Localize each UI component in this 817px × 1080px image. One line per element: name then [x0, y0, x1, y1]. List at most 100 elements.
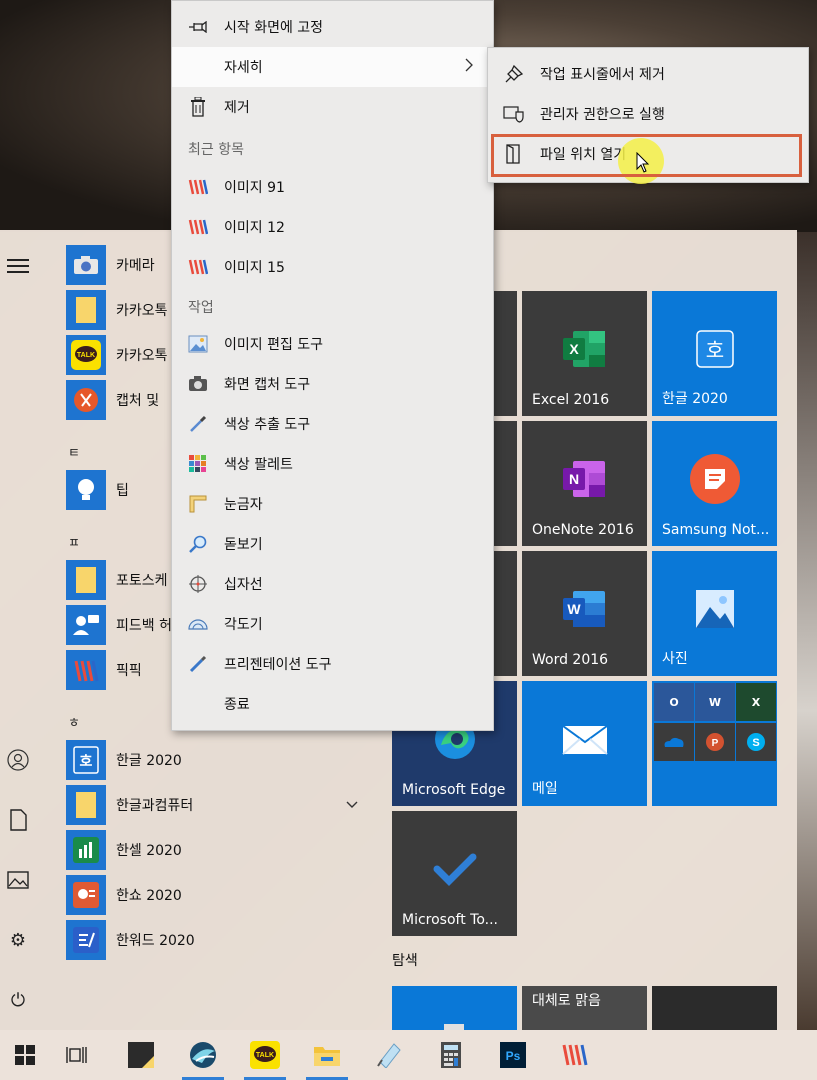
color-palette-icon — [172, 455, 224, 473]
menu-item-task[interactable]: 이미지 편집 도구 — [172, 324, 493, 364]
svg-text:W: W — [567, 601, 581, 617]
chevron-down-icon[interactable] — [346, 797, 358, 813]
outlook-icon: O — [654, 683, 694, 721]
document-icon[interactable] — [6, 808, 30, 832]
menu-item-unpin-taskbar[interactable]: 작업 표시줄에서 제거 — [488, 54, 808, 94]
menu-item-recent[interactable]: 이미지 91 — [172, 167, 493, 207]
list-item-label: 팁 — [116, 483, 129, 499]
tile-label: 한글 2020 — [662, 391, 728, 407]
list-item[interactable]: 한쇼 2020 — [66, 875, 182, 915]
list-item-label: 한글과컴퓨터 — [116, 798, 194, 814]
tile-weather[interactable]: 대체로 맑음 — [522, 986, 647, 1030]
tile-news[interactable] — [652, 986, 777, 1030]
list-item[interactable]: 포토스케 — [66, 560, 168, 600]
tile-samsung-notes[interactable]: Samsung Not... — [652, 421, 777, 546]
svg-text:P: P — [712, 738, 719, 749]
section-letter[interactable]: ㅎ — [68, 712, 80, 731]
picpick-icon — [172, 178, 224, 196]
menu-item-more[interactable]: 자세히 — [172, 47, 493, 87]
tile-label: 사진 — [662, 651, 688, 667]
menu-item-uninstall[interactable]: 제거 — [172, 87, 493, 127]
folder-icon — [66, 560, 106, 600]
list-item[interactable]: 픽픽 — [66, 650, 142, 690]
tasks-header: 작업 — [188, 300, 214, 316]
taskbar: TALK Ps — [0, 1030, 817, 1080]
menu-item-pin[interactable]: 시작 화면에 고정 — [172, 7, 493, 47]
list-item[interactable]: 한워드 2020 — [66, 920, 195, 960]
word-icon: W — [562, 590, 605, 627]
tile-group-title: 탐색 — [392, 953, 418, 969]
list-item[interactable]: 한글과컴퓨터 — [66, 785, 366, 825]
file-explorer-icon[interactable] — [302, 1030, 352, 1080]
hanshow-icon — [66, 875, 106, 915]
mouse-cursor-icon — [636, 151, 650, 178]
menu-item-task[interactable]: 돋보기 — [172, 524, 493, 564]
menu-item-run-admin[interactable]: 관리자 권한으로 실행 — [488, 94, 808, 134]
windows-start-icon[interactable] — [0, 1030, 50, 1080]
tile-store[interactable] — [392, 986, 517, 1030]
snipping-tool-icon — [66, 380, 106, 420]
list-item[interactable]: 카메라 — [66, 245, 155, 285]
notepad-icon[interactable] — [364, 1030, 414, 1080]
list-item[interactable]: 호 한글 2020 — [66, 740, 182, 780]
photoshop-icon[interactable]: Ps — [488, 1030, 538, 1080]
app-bird-icon[interactable] — [178, 1030, 228, 1080]
list-item[interactable]: 한셀 2020 — [66, 830, 182, 870]
onedrive-icon — [654, 723, 694, 761]
section-letter[interactable]: ㅍ — [68, 532, 80, 551]
pin-icon — [172, 21, 224, 33]
tile-mail[interactable]: 메일 — [522, 681, 647, 806]
menu-item-recent[interactable]: 이미지 12 — [172, 207, 493, 247]
tile-excel[interactable]: X Excel 2016 — [522, 291, 647, 416]
tile-label: Microsoft Edge — [402, 782, 506, 798]
tile-office-folder[interactable]: O W X P S — [652, 681, 777, 806]
excel-icon: X — [562, 330, 605, 367]
list-item[interactable]: 팁 — [66, 470, 129, 510]
tile-word[interactable]: W Word 2016 — [522, 551, 647, 676]
tile-label: OneNote 2016 — [532, 522, 634, 538]
task-view-icon[interactable] — [52, 1030, 102, 1080]
menu-item-task[interactable]: 눈금자 — [172, 484, 493, 524]
section-letter[interactable]: ㅌ — [68, 442, 80, 461]
list-item[interactable]: TALK 카카오톡 — [66, 335, 168, 375]
menu-item-recent[interactable]: 이미지 15 — [172, 247, 493, 287]
hanword-icon — [66, 920, 106, 960]
settings-gear-icon[interactable]: ⚙ — [6, 928, 30, 952]
kakaotalk-icon[interactable]: TALK — [240, 1030, 290, 1080]
sticky-notes-icon[interactable] — [116, 1030, 166, 1080]
picpick-icon[interactable] — [550, 1030, 600, 1080]
list-item-label: 카카오톡 — [116, 303, 168, 319]
menu-item-task[interactable]: 색상 팔레트 — [172, 444, 493, 484]
user-icon[interactable] — [6, 748, 30, 772]
pictures-icon[interactable] — [6, 868, 30, 892]
tile-todo[interactable]: Microsoft To... — [392, 811, 517, 936]
menu-item-task[interactable]: 십자선 — [172, 564, 493, 604]
list-item[interactable]: 캡처 및 — [66, 380, 159, 420]
svg-text:호: 호 — [705, 338, 723, 362]
hamburger-icon[interactable] — [6, 254, 30, 278]
list-item[interactable]: 카카오톡 — [66, 290, 168, 330]
power-icon[interactable]: ⏻ — [6, 988, 30, 1012]
list-item[interactable]: 피드백 허 — [66, 605, 172, 645]
tips-lightbulb-icon — [66, 470, 106, 510]
folder-icon — [66, 290, 106, 330]
tile-photos[interactable]: 사진 — [652, 551, 777, 676]
menu-item-task[interactable]: 화면 캡처 도구 — [172, 364, 493, 404]
tile-hangul[interactable]: 호 한글 2020 — [652, 291, 777, 416]
menu-item-exit[interactable]: 종료 — [172, 684, 493, 724]
tile-onenote[interactable]: N OneNote 2016 — [522, 421, 647, 546]
svg-text:S: S — [752, 737, 759, 749]
list-item-label: 카카오톡 — [116, 348, 168, 364]
shield-icon — [488, 105, 540, 123]
menu-item-task[interactable]: 색상 추출 도구 — [172, 404, 493, 444]
menu-item-task[interactable]: 각도기 — [172, 604, 493, 644]
menu-item-task[interactable]: 프리젠테이션 도구 — [172, 644, 493, 684]
list-item-label: 피드백 허 — [116, 618, 172, 634]
calculator-icon[interactable] — [426, 1030, 476, 1080]
folder-icon — [66, 785, 106, 825]
chevron-right-icon — [465, 58, 473, 76]
crosshair-icon — [172, 575, 224, 593]
tile-label: Excel 2016 — [532, 392, 610, 408]
mail-icon — [561, 724, 608, 755]
tile-label: Samsung Not... — [662, 522, 770, 538]
